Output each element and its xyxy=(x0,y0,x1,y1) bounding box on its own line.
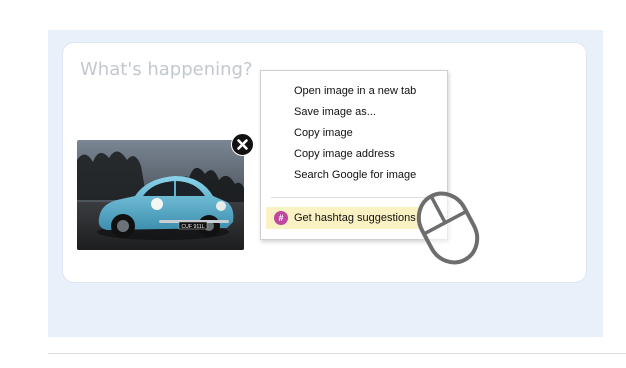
menu-item-open-image[interactable]: Open image in a new tab xyxy=(294,83,416,99)
menu-item-copy-image-address[interactable]: Copy image address xyxy=(294,146,395,162)
hashtag-icon: # xyxy=(274,211,288,225)
divider xyxy=(48,353,626,354)
car-photo: CUF 911L xyxy=(77,140,244,250)
license-plate: CUF 911L xyxy=(181,224,204,230)
mouse-icon xyxy=(416,191,480,265)
menu-item-save-image[interactable]: Save image as... xyxy=(294,104,376,120)
composer-placeholder[interactable]: What's happening? xyxy=(80,59,253,80)
close-icon xyxy=(237,139,248,150)
menu-item-copy-image[interactable]: Copy image xyxy=(294,125,353,141)
menu-item-hashtag-suggestions[interactable]: # Get hashtag suggestions xyxy=(266,207,421,229)
attached-image[interactable]: CUF 911L xyxy=(77,140,244,250)
remove-image-button[interactable] xyxy=(231,133,254,156)
hashtag-suggestions-label: Get hashtag suggestions xyxy=(294,212,416,224)
menu-item-search-google[interactable]: Search Google for image xyxy=(294,167,416,183)
